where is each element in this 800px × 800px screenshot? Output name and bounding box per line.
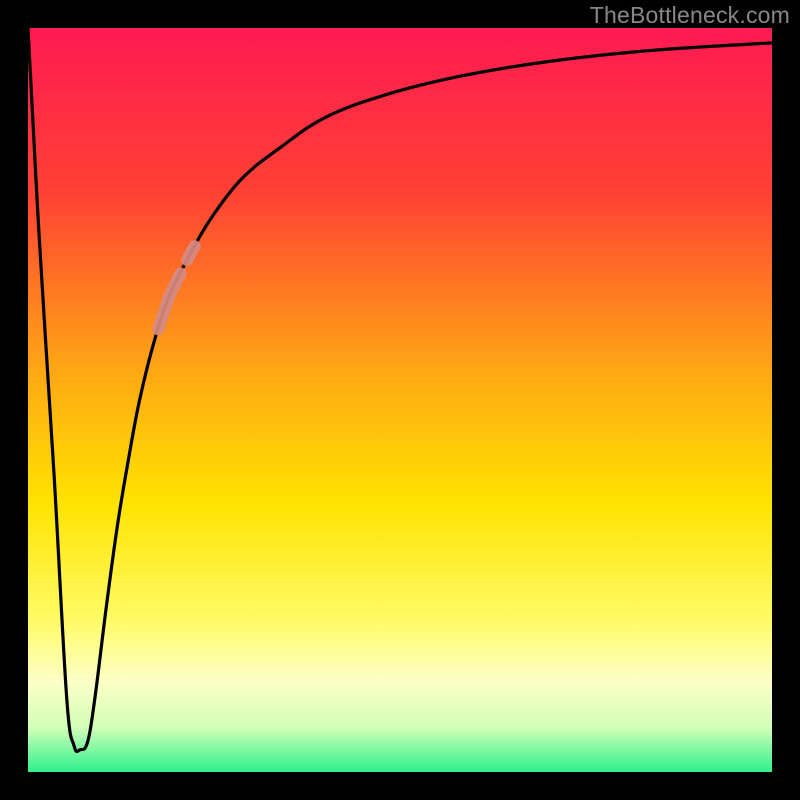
credit-watermark: TheBottleneck.com bbox=[590, 2, 790, 29]
highlight-segment-b bbox=[187, 246, 194, 260]
plot-area bbox=[28, 28, 772, 772]
highlight-segment-a bbox=[158, 274, 180, 330]
curve-layer bbox=[28, 28, 772, 772]
bottleneck-curve bbox=[28, 28, 772, 752]
chart-frame: TheBottleneck.com bbox=[0, 0, 800, 800]
